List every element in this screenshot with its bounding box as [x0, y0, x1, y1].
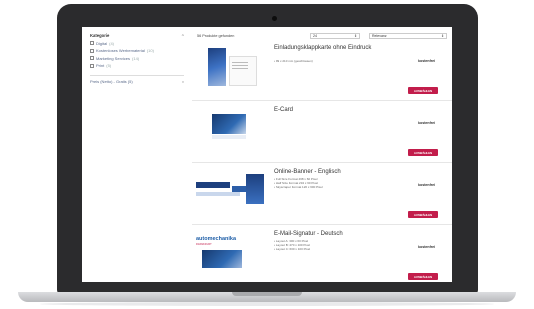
product-card: Online-Banner - Englisch • Full Size For… — [192, 166, 452, 225]
product-features: • 99 x 210 mm (geschlossen) — [274, 59, 313, 63]
camera-icon — [272, 16, 277, 21]
select-arrows-icon: ⇕ — [441, 34, 444, 38]
chevron-up-icon[interactable]: ^ — [182, 33, 184, 38]
checkbox[interactable] — [90, 56, 94, 60]
select-button[interactable]: AUSWÄHLEN — [408, 211, 438, 218]
laptop-shadow — [40, 302, 494, 306]
product-title[interactable]: E-Card — [274, 107, 394, 114]
signature-image — [202, 250, 242, 268]
filter-item-werbematerial[interactable]: Kostenloses Werbematerial (10) — [90, 48, 184, 53]
category-filter-title: Kategorie — [90, 33, 110, 38]
product-title[interactable]: Einladungsklappkarte ohne Eindruck — [274, 45, 394, 52]
product-thumbnail[interactable] — [196, 46, 264, 94]
sort-value: Relevanz — [372, 34, 387, 38]
per-page-select[interactable]: 24 ⇕ — [310, 33, 360, 39]
filter-sidebar: Kategorie ^ Digital (4) Kostenloses Werb… — [90, 33, 184, 84]
select-button[interactable]: AUSWÄHLEN — [408, 273, 438, 280]
filter-count: (10) — [146, 48, 154, 53]
brand-logo: automechanika — [196, 236, 237, 242]
product-card: automechanika FRANKFURT E-Mail-Signatur … — [192, 228, 452, 282]
filter-count: (4) — [109, 40, 115, 46]
product-thumbnail[interactable]: automechanika FRANKFURT — [196, 232, 264, 280]
filter-label: Kostenloses Werbematerial — [96, 48, 145, 53]
filter-label: Print — [96, 63, 105, 68]
results-toolbar: 56 Produkte gefunden 24 ⇕ Relevanz ⇕ — [197, 33, 450, 41]
card-image-inner — [229, 56, 257, 86]
screen: Kategorie ^ Digital (4) Kostenloses Werb… — [82, 27, 452, 282]
text-line — [232, 68, 248, 69]
price-status: kostenfrei — [418, 183, 436, 187]
text-line — [232, 62, 248, 63]
banner-image-fullsize — [196, 182, 230, 188]
per-page-value: 24 — [313, 34, 317, 38]
filter-count: (5) — [106, 63, 112, 68]
price-status: kostenfrei — [418, 121, 436, 125]
sort-select[interactable]: Relevanz ⇕ — [369, 33, 447, 39]
result-count: 56 Produkte gefunden — [197, 34, 235, 38]
banner-image-halfsize — [196, 192, 240, 196]
price-status: kostenfrei — [418, 59, 436, 63]
select-button[interactable]: AUSWÄHLEN — [408, 149, 438, 156]
checkbox[interactable] — [90, 41, 94, 45]
laptop-notch — [232, 292, 302, 296]
checkbox[interactable] — [90, 48, 94, 53]
product-title[interactable]: E-Mail-Signatur - Deutsch — [274, 231, 394, 238]
text-line — [232, 65, 248, 66]
product-features: • Full Size Format 468 x 60 Pixel • Half… — [274, 177, 323, 189]
feature-item: • 99 x 210 mm (geschlossen) — [274, 59, 313, 63]
category-filter-header[interactable]: Kategorie ^ — [90, 33, 184, 38]
filter-item-marketing-services[interactable]: Marketing Services (14) — [90, 56, 184, 61]
select-arrows-icon: ⇕ — [354, 34, 357, 38]
product-features: • Layout A: 300 x 60 Pixel • Layout B: 4… — [274, 239, 310, 251]
filter-item-print[interactable]: Print (5) — [90, 63, 184, 68]
select-button[interactable]: AUSWÄHLEN — [408, 87, 438, 94]
product-card: E-Card kostenfrei AUSWÄHLEN — [192, 104, 452, 163]
checkbox[interactable] — [90, 63, 94, 68]
ecard-footer — [212, 135, 246, 139]
price-filter-label: Preis (Netto) - Gratis (5) — [90, 79, 133, 84]
product-title[interactable]: Online-Banner - Englisch — [274, 169, 394, 176]
product-card: Einladungsklappkarte ohne Eindruck • 99 … — [192, 42, 452, 101]
product-thumbnail[interactable] — [196, 108, 264, 156]
card-image — [208, 48, 226, 86]
banner-image-skyscraper — [246, 174, 264, 204]
filter-label: Marketing Services — [96, 55, 131, 61]
filter-count: (14) — [132, 55, 140, 61]
filter-item-digital[interactable]: Digital (4) — [90, 41, 184, 46]
product-thumbnail[interactable] — [196, 170, 264, 218]
brand-subtitle: FRANKFURT — [196, 243, 212, 246]
feature-item: • Skyscraper Format 120 x 600 Pixel — [274, 185, 323, 189]
price-filter-header[interactable]: Preis (Netto) - Gratis (5) v — [90, 75, 184, 84]
filter-label: Digital — [96, 40, 108, 46]
price-status: kostenfrei — [418, 245, 436, 249]
feature-item: • Layout C: 600 x 100 Pixel — [274, 247, 311, 251]
ecard-image — [212, 114, 246, 134]
chevron-down-icon[interactable]: v — [182, 79, 184, 84]
